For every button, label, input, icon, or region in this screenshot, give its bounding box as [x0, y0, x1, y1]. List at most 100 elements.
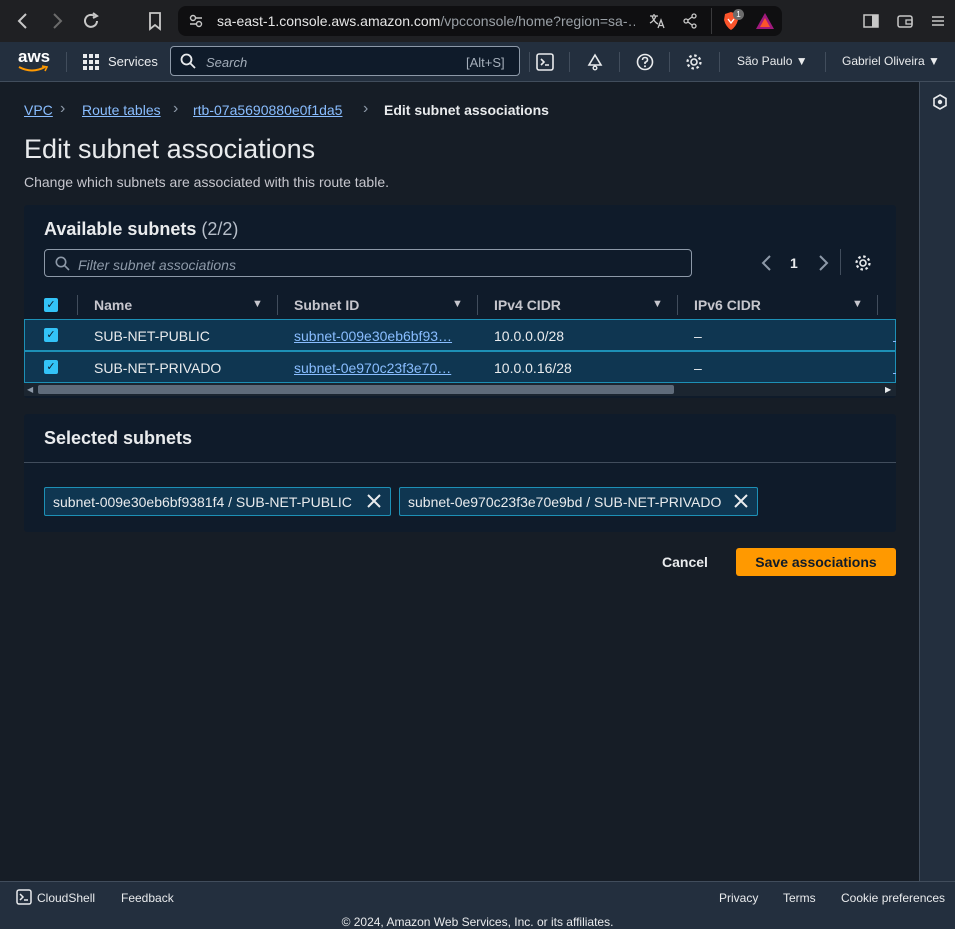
sort-caret-icon[interactable]: ▼	[252, 298, 263, 310]
scroll-right-icon[interactable]: ▶	[885, 385, 891, 394]
column-header-name[interactable]: Name	[94, 297, 132, 313]
filter-placeholder: Filter subnet associations	[78, 257, 236, 273]
subnet-ipv4-cidr: 10.0.0.16/28	[494, 360, 572, 376]
column-divider	[877, 295, 878, 315]
breadcrumb-chevron-icon: ›	[173, 100, 179, 117]
brave-rewards-icon[interactable]	[755, 12, 775, 35]
row-checkbox[interactable]: ✓	[44, 360, 58, 374]
nav-divider	[529, 52, 530, 72]
column-divider	[677, 295, 678, 315]
account-menu[interactable]: Gabriel Oliveira ▼	[842, 54, 940, 68]
breadcrumb-route-tables[interactable]: Route tables	[82, 102, 161, 118]
nav-divider	[66, 52, 67, 72]
bookmark-icon[interactable]	[143, 9, 167, 33]
cloudshell-icon[interactable]	[536, 53, 554, 76]
feedback-link[interactable]: Feedback	[121, 891, 174, 905]
panel-divider	[24, 462, 896, 463]
shields-count-badge: 1	[733, 9, 744, 20]
table-row[interactable]: ✓ SUB-NET-PRIVADO subnet-0e970c23f3e70… …	[24, 351, 896, 383]
column-divider	[277, 295, 278, 315]
current-page-number[interactable]: 1	[790, 255, 798, 271]
nav-divider	[825, 52, 826, 72]
sort-caret-icon[interactable]: ▼	[652, 298, 663, 310]
column-header-ipv6-cidr[interactable]: IPv6 CIDR	[694, 297, 761, 313]
page-description: Change which subnets are associated with…	[24, 174, 389, 190]
pagination-divider	[840, 249, 841, 275]
breadcrumb-vpc[interactable]: VPC	[24, 102, 53, 118]
region-selector[interactable]: São Paulo ▼	[737, 54, 808, 68]
subnet-id-link[interactable]: subnet-0e970c23f3e70…	[294, 360, 460, 376]
horizontal-scrollbar[interactable]: ◀ ▶	[24, 383, 896, 396]
scroll-left-icon[interactable]: ◀	[27, 385, 33, 394]
settings-gear-icon[interactable]	[685, 53, 703, 76]
services-grid-icon[interactable]	[83, 54, 100, 76]
privacy-link[interactable]: Privacy	[719, 891, 758, 905]
brave-shields-icon[interactable]: 1	[721, 9, 744, 36]
cancel-button[interactable]: Cancel	[650, 548, 720, 576]
table-header-row: ✓ Name ▼ Subnet ID ▼ IPv4 CIDR ▼ IPv6 CI…	[24, 289, 896, 321]
terms-link[interactable]: Terms	[783, 891, 816, 905]
cookie-preferences-link[interactable]: Cookie preferences	[841, 891, 945, 905]
clipped-column-link[interactable]	[893, 328, 896, 342]
clipped-column-link[interactable]	[893, 360, 896, 374]
site-settings-icon[interactable]	[188, 13, 204, 34]
nav-divider	[569, 52, 570, 72]
cloudshell-footer-icon[interactable]	[16, 889, 32, 910]
column-divider	[477, 295, 478, 315]
reload-icon[interactable]	[79, 9, 103, 33]
available-subnets-panel: Available subnets (2/2) Filter subnet as…	[24, 205, 896, 398]
row-checkbox[interactable]: ✓	[44, 328, 58, 342]
notifications-bell-icon[interactable]	[586, 53, 604, 76]
subnet-id-link[interactable]: subnet-009e30eb6bf93…	[294, 328, 460, 344]
tools-panel-icon[interactable]	[932, 94, 948, 115]
sidebar-toggle-icon[interactable]	[862, 12, 880, 35]
filter-subnets-input[interactable]: Filter subnet associations	[44, 249, 692, 277]
previous-page-icon[interactable]	[760, 253, 774, 278]
search-shortcut: [Alt+S]	[466, 55, 505, 70]
copyright-text: © 2024, Amazon Web Services, Inc. or its…	[341, 915, 614, 929]
translate-icon[interactable]	[648, 12, 666, 33]
search-icon	[180, 53, 196, 74]
url-path: /vpcconsole/home?region=sa-…	[440, 13, 635, 29]
address-divider	[711, 8, 712, 34]
table-row[interactable]: ✓ SUB-NET-PUBLIC subnet-009e30eb6bf93… 1…	[24, 319, 896, 351]
select-all-checkbox[interactable]: ✓	[44, 298, 58, 312]
account-name: Gabriel Oliveira	[842, 54, 925, 68]
forward-icon[interactable]	[45, 9, 69, 33]
subnet-ipv6-cidr: –	[694, 328, 702, 344]
table-preferences-gear-icon[interactable]	[854, 254, 872, 277]
subnet-ipv6-cidr: –	[694, 360, 702, 376]
browser-menu-icon[interactable]	[929, 12, 947, 35]
remove-token-close-icon[interactable]	[732, 490, 750, 517]
breadcrumb-current: Edit subnet associations	[384, 102, 549, 118]
services-menu[interactable]: Services	[108, 54, 158, 69]
sort-caret-icon[interactable]: ▼	[452, 298, 463, 310]
subnet-name: SUB-NET-PUBLIC	[94, 328, 210, 344]
breadcrumb-route-table-id[interactable]: rtb-07a5690880e0f1da5	[193, 102, 342, 118]
back-icon[interactable]	[11, 9, 35, 33]
url-host: sa-east-1.console.aws.amazon.com	[217, 13, 441, 29]
column-header-subnet-id[interactable]: Subnet ID	[294, 297, 359, 313]
account-caret-icon: ▼	[928, 54, 940, 68]
aws-smile-icon	[18, 65, 49, 72]
aws-logo[interactable]: aws	[18, 48, 50, 73]
selected-subnet-token: subnet-009e30eb6bf9381f4 / SUB-NET-PUBLI…	[44, 487, 391, 516]
cloudshell-link[interactable]: CloudShell	[37, 891, 95, 905]
help-icon[interactable]	[636, 53, 654, 76]
wallet-icon[interactable]	[896, 12, 914, 35]
breadcrumb-chevron-icon: ›	[60, 100, 66, 117]
address-bar[interactable]: sa-east-1.console.aws.amazon.com/vpccons…	[178, 6, 782, 36]
sort-caret-icon[interactable]: ▼	[852, 298, 863, 310]
share-icon[interactable]	[681, 12, 699, 35]
selected-subnets-heading: Selected subnets	[44, 428, 193, 448]
remove-token-close-icon[interactable]	[365, 490, 383, 517]
save-associations-button[interactable]: Save associations	[736, 548, 896, 576]
subnet-name: SUB-NET-PRIVADO	[94, 360, 222, 376]
column-header-ipv4-cidr[interactable]: IPv4 CIDR	[494, 297, 561, 313]
scrollbar-thumb[interactable]	[38, 385, 674, 394]
right-tools-rail	[919, 82, 955, 881]
search-input[interactable]: Search [Alt+S]	[170, 46, 520, 76]
next-page-icon[interactable]	[816, 253, 830, 278]
selected-subnet-token: subnet-0e970c23f3e70e9bd / SUB-NET-PRIVA…	[399, 487, 758, 516]
breadcrumb-chevron-icon: ›	[363, 100, 369, 117]
